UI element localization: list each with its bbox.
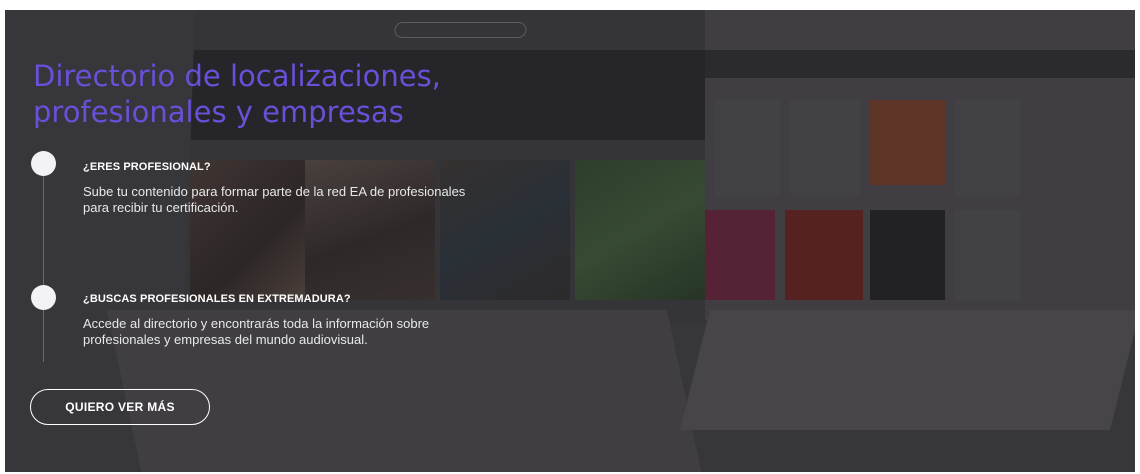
timeline-dot (31, 151, 56, 176)
timeline-dot (31, 285, 56, 310)
timeline-line (43, 172, 44, 362)
page-title-line1: Directorio de localizaciones, (33, 59, 441, 93)
item-text-buscas: Accede al directorio y encontrarás toda … (83, 316, 430, 347)
item-title-buscas: ¿BUSCAS PROFESIONALES EN EXTREMADURA? (83, 293, 351, 305)
item-text-profesional: Sube tu contenido para formar parte de l… (83, 184, 466, 215)
hero-section: Directorio de localizaciones, profesiona… (5, 10, 1135, 472)
page-title-line2: profesionales y empresas (33, 95, 404, 129)
item-title-profesional: ¿ERES PROFESIONAL? (83, 161, 211, 173)
quiero-ver-mas-button[interactable]: QUIERO VER MÁS (30, 389, 210, 425)
page-title: Directorio de localizaciones, profesiona… (33, 58, 441, 130)
